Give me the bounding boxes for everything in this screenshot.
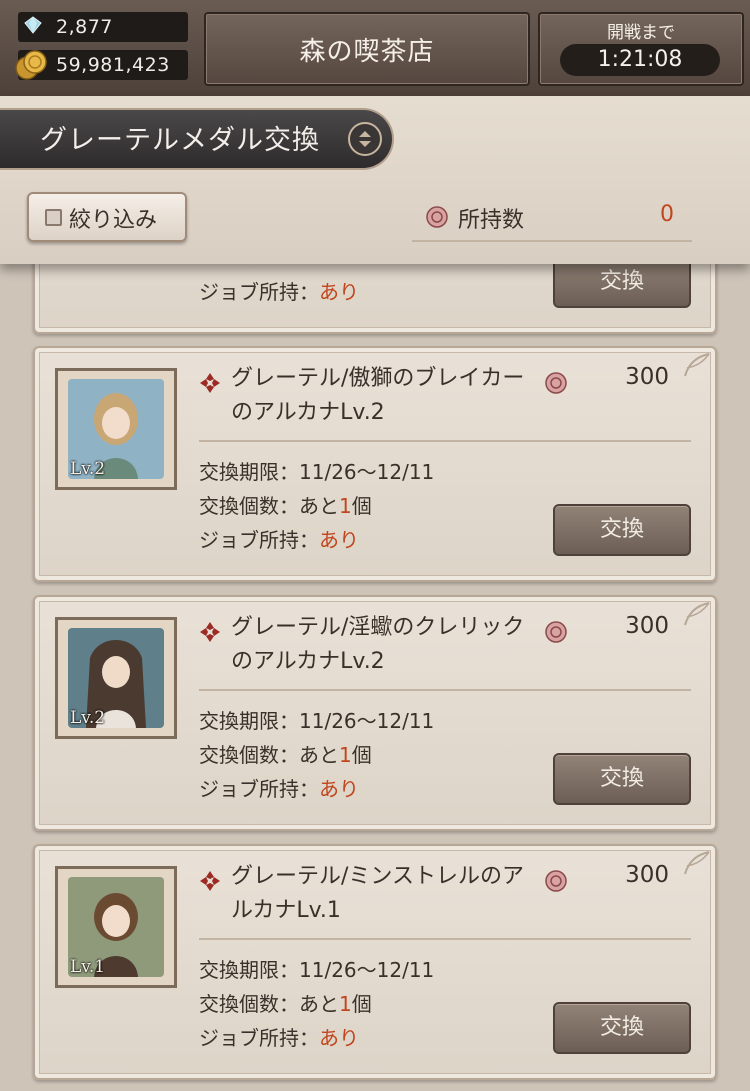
job-owned-row: ジョブ所持：あり xyxy=(199,1022,359,1051)
arcana-card-thumbnail[interactable]: Lv.1 xyxy=(55,866,177,988)
gold-count: 59,981,423 xyxy=(56,54,170,76)
exchange-count-unit: 個 xyxy=(351,743,372,767)
exchange-button[interactable]: 交換 xyxy=(553,504,691,556)
card-level: Lv.1 xyxy=(70,957,106,977)
item-price: 300 xyxy=(625,364,669,390)
job-owned-row: ジョブ所持：あり xyxy=(199,524,359,553)
exchange-count-row: 交換個数：あと1個 xyxy=(199,490,372,519)
medal-holdings: 所持数 0 xyxy=(412,202,692,242)
exchange-item-partial: ジョブ所持：あり 交換 xyxy=(33,264,717,334)
filter-button[interactable]: 絞り込み xyxy=(27,192,187,242)
exchange-list[interactable]: ジョブ所持：あり 交換 Lv.2 グレーテル/傲獅のブレイカーのアルカナLv.2… xyxy=(0,264,750,1091)
item-price: 300 xyxy=(625,862,669,888)
battle-timer: 1:21:08 xyxy=(560,44,720,76)
item-type-icon xyxy=(200,622,220,642)
exchange-button[interactable]: 交換 xyxy=(553,264,691,308)
exchange-count-label: 交換個数：あと xyxy=(199,992,339,1016)
exchange-period-label: 交換期限： xyxy=(199,958,299,982)
gold-coin-icon xyxy=(15,50,47,80)
exchange-item: Lv.2 グレーテル/淫蠍のクレリックのアルカナLv.2 300 交換期限：11… xyxy=(33,595,717,831)
divider xyxy=(199,689,691,691)
gold-counter: 59,981,423 xyxy=(15,50,188,80)
exchange-count-value: 1 xyxy=(339,494,352,518)
exchange-count-label: 交換個数：あと xyxy=(199,743,339,767)
job-owned-label: ジョブ所持： xyxy=(199,528,319,552)
gretel-medal-icon xyxy=(545,870,567,892)
item-name: グレーテル/淫蠍のクレリックのアルカナLv.2 xyxy=(231,615,525,674)
job-owned-label: ジョブ所持： xyxy=(199,777,319,801)
page-title: グレーテルメダル交換 xyxy=(40,125,320,156)
gretel-medal-icon xyxy=(545,621,567,643)
exchange-period-value: 11/26〜12/11 xyxy=(299,709,435,733)
exchange-count-row: 交換個数：あと1個 xyxy=(199,739,372,768)
gem-counter: 2,877 xyxy=(18,12,188,42)
job-owned-value: あり xyxy=(319,280,359,304)
job-owned-label: ジョブ所持： xyxy=(199,280,319,304)
job-owned-row: ジョブ所持：あり xyxy=(199,276,359,305)
arcana-card-thumbnail[interactable]: Lv.2 xyxy=(55,617,177,739)
card-level: Lv.2 xyxy=(70,708,106,728)
exchange-item: Lv.1 グレーテル/ミンストレルのアルカナLv.1 300 交換期限：11/2… xyxy=(33,844,717,1080)
filter-checkbox[interactable] xyxy=(45,209,62,226)
exchange-count-value: 1 xyxy=(339,743,352,767)
battle-label: 開戦まで xyxy=(607,23,675,43)
exchange-period-row: 交換期限：11/26〜12/11 xyxy=(199,705,434,734)
job-owned-value: あり xyxy=(319,777,359,801)
exchange-period-value: 11/26〜12/11 xyxy=(299,958,435,982)
battle-countdown[interactable]: 開戦まで 1:21:08 xyxy=(538,12,744,86)
divider xyxy=(199,938,691,940)
holdings-label: 所持数 xyxy=(458,208,525,233)
item-type-icon xyxy=(200,373,220,393)
gretel-medal-icon xyxy=(545,372,567,394)
job-owned-value: あり xyxy=(319,1026,359,1050)
exchange-period-row: 交換期限：11/26〜12/11 xyxy=(199,456,434,485)
exchange-count-unit: 個 xyxy=(351,992,372,1016)
gem-count: 2,877 xyxy=(56,16,113,38)
exchange-button[interactable]: 交換 xyxy=(553,1002,691,1054)
top-status-bar: 2,877 59,981,423 森の喫茶店 開戦まで 1:21:08 xyxy=(0,0,750,98)
exchange-button[interactable]: 交換 xyxy=(553,753,691,805)
gem-icon xyxy=(24,16,42,34)
exchange-item: Lv.2 グレーテル/傲獅のブレイカーのアルカナLv.2 300 交換期限：11… xyxy=(33,346,717,582)
gretel-medal-icon xyxy=(426,206,448,228)
exchange-header: グレーテルメダル交換 絞り込み 所持数 0 xyxy=(0,96,750,264)
exchange-count-label: 交換個数：あと xyxy=(199,494,339,518)
title-banner: グレーテルメダル交換 xyxy=(0,108,394,170)
store-name-button[interactable]: 森の喫茶店 xyxy=(204,12,530,86)
filter-label: 絞り込み xyxy=(69,208,158,233)
item-name: グレーテル/傲獅のブレイカーのアルカナLv.2 xyxy=(231,366,525,425)
exchange-period-label: 交換期限： xyxy=(199,709,299,733)
holdings-count: 0 xyxy=(660,202,674,227)
item-name: グレーテル/ミンストレルのアルカナLv.1 xyxy=(231,864,524,923)
exchange-period-row: 交換期限：11/26〜12/11 xyxy=(199,954,434,983)
corner-ornament-icon xyxy=(684,353,710,377)
divider xyxy=(199,440,691,442)
exchange-period-value: 11/26〜12/11 xyxy=(299,460,435,484)
exchange-period-label: 交換期限： xyxy=(199,460,299,484)
exchange-count-row: 交換個数：あと1個 xyxy=(199,988,372,1017)
exchange-count-value: 1 xyxy=(339,992,352,1016)
corner-ornament-icon xyxy=(684,602,710,626)
card-level: Lv.2 xyxy=(70,459,106,479)
exchange-count-unit: 個 xyxy=(351,494,372,518)
job-owned-row: ジョブ所持：あり xyxy=(199,773,359,802)
item-price: 300 xyxy=(625,613,669,639)
job-owned-value: あり xyxy=(319,528,359,552)
job-owned-label: ジョブ所持： xyxy=(199,1026,319,1050)
corner-ornament-icon xyxy=(684,851,710,875)
sort-button[interactable] xyxy=(348,122,382,156)
sort-arrows-icon xyxy=(359,131,371,147)
arcana-card-thumbnail[interactable]: Lv.2 xyxy=(55,368,177,490)
item-type-icon xyxy=(200,871,220,891)
